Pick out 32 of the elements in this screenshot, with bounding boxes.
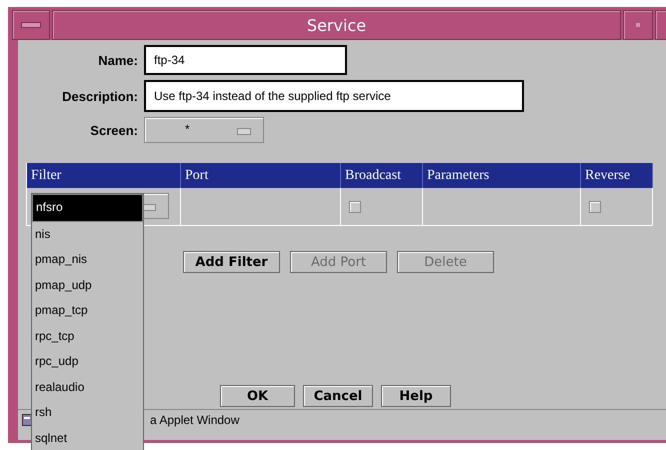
list-option[interactable]: nfsro xyxy=(32,194,143,222)
text-field[interactable]: Use ftp-34 instead of the supplied ftp service xyxy=(144,80,524,112)
column-header: Filter xyxy=(26,163,181,188)
list-option[interactable]: pmap_udp xyxy=(32,272,143,298)
list-option[interactable]: nis xyxy=(32,222,143,247)
minimize-button[interactable] xyxy=(623,10,653,40)
column-header: Reverse xyxy=(581,163,653,188)
list-option[interactable]: pmap_tcp xyxy=(32,298,143,324)
list-option[interactable]: rsh xyxy=(32,400,143,426)
list-option[interactable]: rpc_udp xyxy=(32,349,143,374)
reverse-checkbox[interactable] xyxy=(589,200,601,212)
action-button[interactable]: Add Filter xyxy=(183,251,280,273)
list-option[interactable]: sqlnet xyxy=(32,426,143,450)
window-menu-button[interactable] xyxy=(12,10,50,40)
dialog-button[interactable]: OK xyxy=(220,385,295,407)
column-header: Port xyxy=(181,163,341,188)
screen-dropdown[interactable]: * xyxy=(144,117,264,143)
dialog-button[interactable]: Help xyxy=(381,385,451,407)
status-text: a Applet Window xyxy=(150,413,240,427)
field-label: Description: xyxy=(61,88,139,104)
list-option[interactable]: realaudio xyxy=(32,374,143,400)
broadcast-checkbox[interactable] xyxy=(349,200,361,212)
column-header: Broadcast xyxy=(341,163,423,188)
dialog-button[interactable]: Cancel xyxy=(303,385,373,407)
column-header: Parameters xyxy=(423,163,581,188)
list-option[interactable]: pmap_nis xyxy=(32,247,143,272)
text-field[interactable]: ftp-34 xyxy=(144,45,347,75)
window-title: Service xyxy=(52,10,621,40)
field-label: Screen: xyxy=(89,122,139,138)
applet-icon xyxy=(22,414,32,426)
list-option[interactable]: rpc_tcp xyxy=(32,324,143,349)
field-label: Name: xyxy=(97,52,139,68)
